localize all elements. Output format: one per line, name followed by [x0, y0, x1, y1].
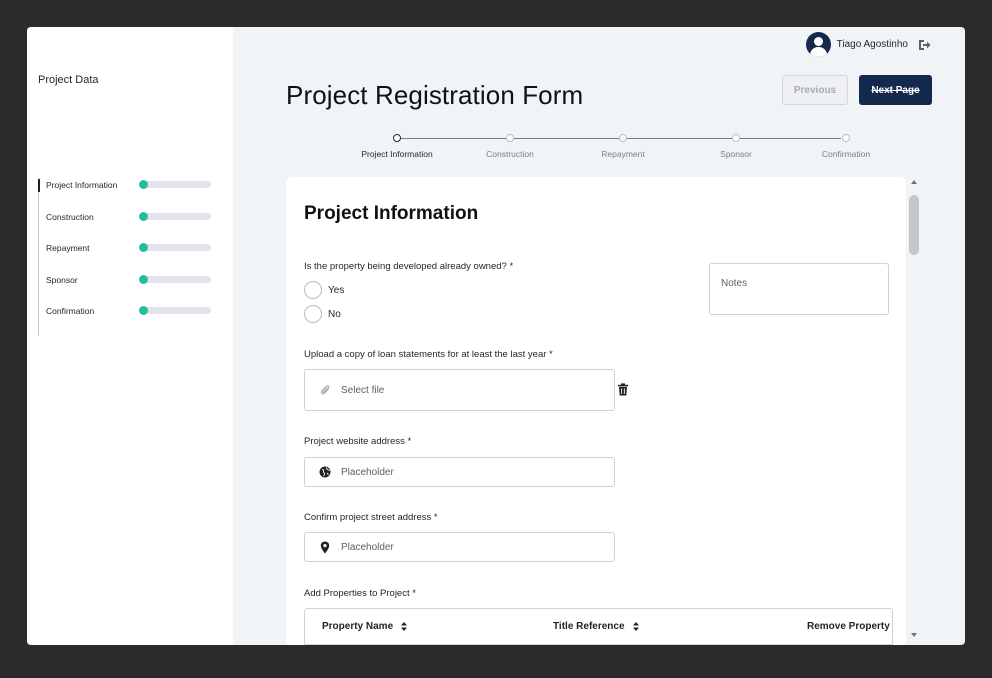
progress-indicator — [139, 306, 148, 315]
globe-icon — [318, 465, 332, 479]
sidebar-item-construction[interactable]: Construction — [39, 210, 228, 242]
sidebar-item-repayment[interactable]: Repayment — [39, 241, 228, 273]
progress-indicator — [139, 211, 148, 221]
app-window: Project Data Project Information Constru… — [27, 27, 965, 645]
properties-label: Add Properties to Project * — [304, 588, 416, 599]
sidebar-title: Project Data — [38, 74, 99, 86]
sidebar-item-sponsor[interactable]: Sponsor — [39, 273, 228, 305]
website-placeholder: Placeholder — [341, 466, 394, 478]
progress-indicator — [139, 274, 148, 284]
next-page-label: Next Page — [871, 84, 920, 96]
progress-track — [140, 181, 211, 188]
paperclip-icon — [318, 383, 332, 397]
sidebar-item-label: Project Information — [46, 180, 118, 190]
street-placeholder: Placeholder — [341, 541, 394, 553]
progress-track — [140, 212, 211, 220]
table-divider — [305, 644, 892, 645]
step-label: Construction — [486, 149, 534, 159]
sort-icon[interactable] — [401, 622, 408, 631]
upload-placeholder: Select file — [341, 384, 385, 396]
street-input[interactable]: Placeholder — [304, 532, 615, 562]
sidebar-item-label: Confirmation — [46, 306, 95, 316]
scroll-thumb[interactable] — [909, 195, 919, 255]
step-dot-project-information[interactable] — [393, 134, 401, 142]
radio-no[interactable]: No — [304, 305, 341, 323]
sidebar-item-label: Sponsor — [46, 274, 78, 285]
progress-indicator — [139, 243, 148, 252]
user-menu[interactable]: Tiago Agostinho — [805, 32, 931, 57]
logout-icon[interactable] — [917, 38, 931, 52]
sidebar-item-project-information[interactable]: Project Information — [38, 178, 228, 210]
properties-table: Property Name Title Reference Remove Pro… — [304, 608, 893, 645]
sidebar-item-confirmation[interactable]: Confirmation — [39, 304, 228, 336]
notes-field[interactable]: Notes — [709, 263, 889, 315]
column-header-label: Remove Property — [807, 621, 890, 632]
sidebar-nav: Project Information Construction Repayme… — [38, 178, 228, 336]
step-label: Repayment — [601, 149, 645, 159]
trash-icon[interactable] — [617, 383, 629, 397]
stepper-connector — [627, 137, 732, 139]
scrollbar[interactable] — [907, 177, 921, 645]
user-name: Tiago Agostinho — [836, 39, 908, 50]
sidebar: Project Data Project Information Constru… — [27, 27, 233, 645]
step-label: Project Information — [361, 149, 433, 159]
column-header-label: Title Reference — [553, 621, 625, 632]
file-upload-field[interactable]: Select file — [304, 369, 615, 411]
scroll-down-icon[interactable] — [911, 633, 917, 637]
sidebar-item-label: Construction — [46, 211, 94, 222]
map-pin-icon — [318, 540, 332, 554]
scroll-up-icon[interactable] — [911, 180, 917, 184]
stepper-connector — [740, 137, 841, 139]
upload-label: Upload a copy of loan statements for at … — [304, 349, 553, 360]
progress-track — [140, 307, 211, 314]
step-dot-construction[interactable] — [506, 134, 514, 142]
step-dot-repayment[interactable] — [619, 134, 627, 142]
radio-circle[interactable] — [304, 281, 322, 299]
street-label: Confirm project street address * — [304, 512, 438, 523]
owned-question-label: Is the property being developed already … — [304, 261, 514, 272]
stepper-connector — [514, 137, 619, 139]
column-header-remove-property: Remove Property — [807, 621, 890, 632]
column-header-title-reference[interactable]: Title Reference — [553, 621, 639, 632]
radio-label: Yes — [328, 284, 345, 296]
sidebar-item-label: Repayment — [46, 243, 90, 253]
stepper-connector — [401, 137, 506, 139]
progress-track — [140, 275, 211, 283]
column-header-label: Property Name — [322, 621, 394, 632]
step-dot-sponsor[interactable] — [732, 134, 740, 142]
avatar — [805, 32, 831, 57]
radio-circle[interactable] — [304, 305, 322, 323]
column-header-property-name[interactable]: Property Name — [322, 621, 408, 632]
progress-stepper: Project Information Construction Repayme… — [361, 134, 870, 164]
section-title: Project Information — [304, 203, 479, 224]
website-input[interactable]: Placeholder — [304, 457, 615, 487]
progress-indicator — [139, 180, 148, 189]
radio-yes[interactable]: Yes — [304, 281, 344, 299]
website-label: Project website address * — [304, 436, 412, 447]
progress-track — [140, 244, 211, 251]
step-label: Confirmation — [821, 149, 871, 159]
step-dot-confirmation[interactable] — [842, 134, 850, 142]
sort-icon[interactable] — [632, 622, 639, 631]
notes-label: Notes — [721, 278, 748, 289]
page-title: Project Registration Form — [286, 80, 584, 110]
previous-button[interactable]: Previous — [782, 75, 848, 105]
form-card: Project Information Is the property bein… — [286, 177, 906, 645]
next-page-button[interactable]: Next Page — [859, 75, 932, 105]
step-label: Sponsor — [720, 149, 752, 159]
radio-label: No — [328, 308, 341, 320]
